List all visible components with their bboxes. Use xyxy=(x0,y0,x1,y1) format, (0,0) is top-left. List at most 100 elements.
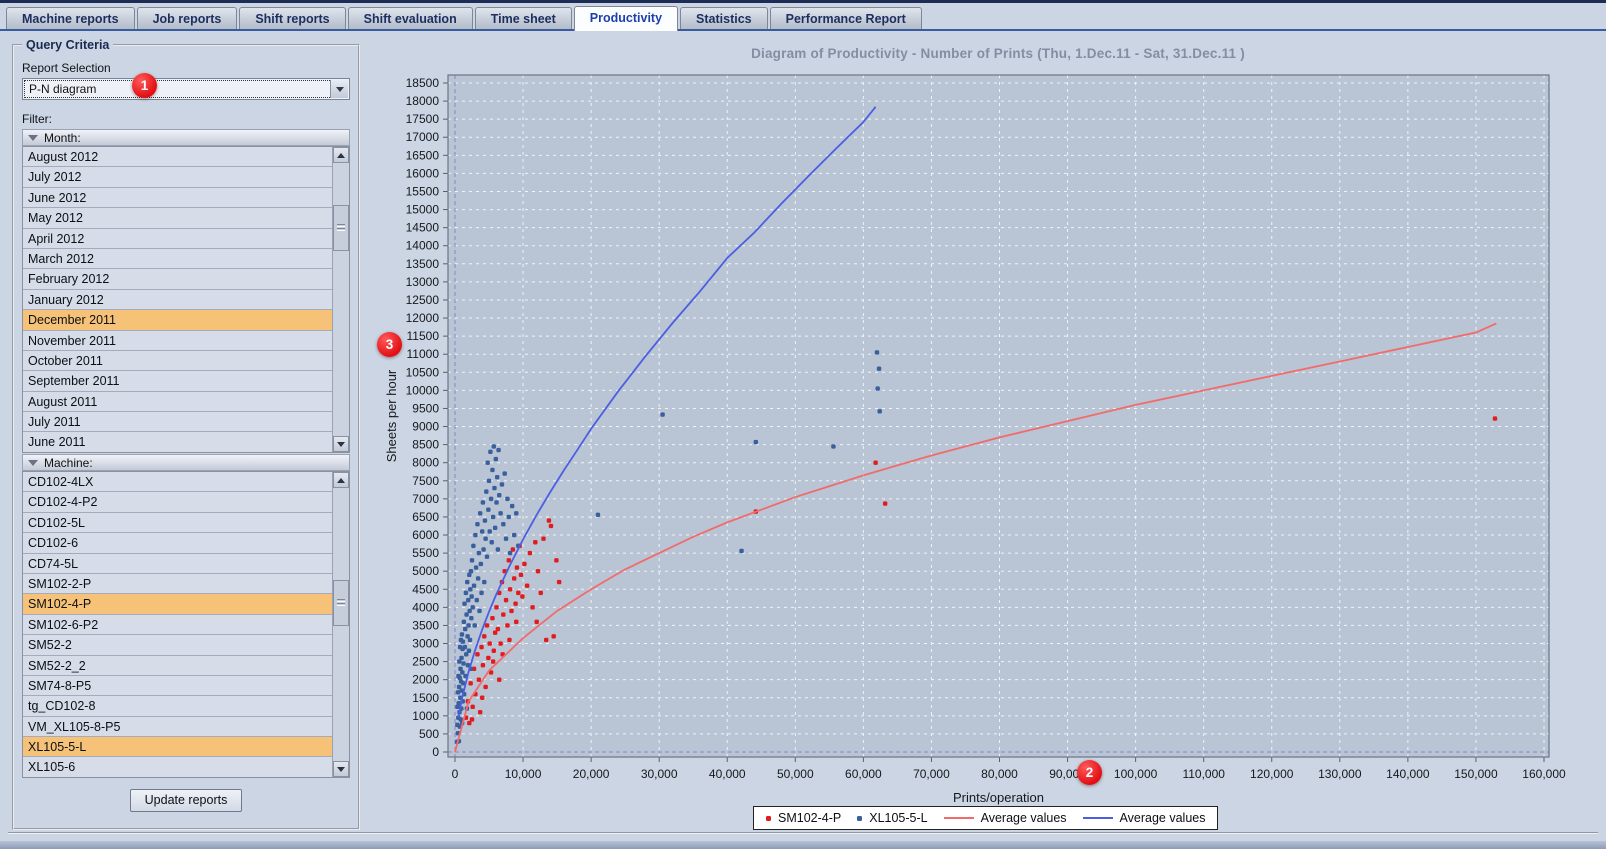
y-axis-label: Sheets per hour xyxy=(384,369,399,462)
tab-shift-reports[interactable]: Shift reports xyxy=(239,7,346,29)
list-item[interactable]: August 2011 xyxy=(23,391,332,413)
svg-text:10500: 10500 xyxy=(406,365,440,379)
tab-job-reports[interactable]: Job reports xyxy=(136,7,238,29)
annotation-badge-2: 2 xyxy=(1077,760,1102,785)
scroll-up-button[interactable] xyxy=(333,147,349,163)
month-list-scrollbar[interactable] xyxy=(332,147,349,452)
list-item[interactable]: April 2012 xyxy=(23,228,332,249)
svg-text:5000: 5000 xyxy=(412,564,439,578)
list-item[interactable]: CD102-4-P2 xyxy=(23,492,332,513)
svg-text:14500: 14500 xyxy=(406,221,440,235)
scroll-down-button[interactable] xyxy=(333,761,349,777)
tab-time-sheet[interactable]: Time sheet xyxy=(474,7,572,29)
month-filter-header[interactable]: Month: xyxy=(22,129,350,146)
tab-machine-reports[interactable]: Machine reports xyxy=(6,7,135,29)
list-item[interactable]: June 2012 xyxy=(23,187,332,209)
list-item[interactable]: CD74-5L xyxy=(23,553,332,574)
tab-shift-evaluation[interactable]: Shift evaluation xyxy=(347,7,473,29)
list-item[interactable]: SM102-6-P2 xyxy=(23,614,332,636)
svg-text:40,000: 40,000 xyxy=(709,767,746,781)
list-item[interactable]: October 2011 xyxy=(23,350,332,372)
update-reports-button[interactable]: Update reports xyxy=(129,789,243,812)
list-item[interactable]: July 2012 xyxy=(23,167,332,188)
list-item[interactable]: XL105-6 xyxy=(23,757,332,777)
legend-line-swatch xyxy=(1082,817,1113,819)
svg-text:17500: 17500 xyxy=(406,112,440,126)
tab-performance-report[interactable]: Performance Report xyxy=(769,7,922,29)
machine-filter-header[interactable]: Machine: xyxy=(22,454,350,471)
svg-text:150,000: 150,000 xyxy=(1454,767,1498,781)
svg-text:100,000: 100,000 xyxy=(1114,767,1158,781)
list-item[interactable]: SM52-2 xyxy=(23,635,332,656)
svg-text:20,000: 20,000 xyxy=(573,767,610,781)
list-item[interactable]: VM_XL105-8-P5 xyxy=(23,716,332,738)
machine-list: CD102-4LX CD102-4-P2 CD102-5L CD102-6 CD74-5… xyxy=(22,471,350,778)
legend-label: SM102-4-P xyxy=(778,811,842,825)
list-item[interactable]: December 2011 xyxy=(23,310,332,331)
triangle-down-icon xyxy=(337,766,345,772)
list-item[interactable]: February 2012 xyxy=(23,269,332,290)
list-item[interactable]: SM52-2_2 xyxy=(23,655,332,676)
query-criteria-panel: Query Criteria Report Selection P-N diag… xyxy=(12,38,360,830)
triangle-up-icon xyxy=(337,477,345,483)
report-selection-value: P-N diagram xyxy=(29,82,97,96)
query-criteria-title: Query Criteria xyxy=(26,38,110,52)
tab-productivity[interactable]: Productivity xyxy=(573,6,679,31)
tab-bar: Machine reports Job reports Shift report… xyxy=(0,3,1606,31)
list-item[interactable]: November 2011 xyxy=(23,330,332,351)
svg-text:16000: 16000 xyxy=(406,166,440,180)
list-item[interactable]: XL105-5-L xyxy=(23,737,332,758)
x-axis-label: Prints/operation xyxy=(953,790,1044,805)
list-item[interactable]: June 2011 xyxy=(23,432,332,452)
scrollbar-thumb[interactable] xyxy=(333,580,349,626)
combobox-dropdown-button[interactable] xyxy=(330,80,348,98)
svg-text:110,000: 110,000 xyxy=(1182,767,1225,781)
legend-item: Average values xyxy=(1082,811,1206,825)
svg-text:16500: 16500 xyxy=(406,148,440,162)
svg-text:11500: 11500 xyxy=(407,329,440,343)
svg-text:0: 0 xyxy=(452,767,459,781)
list-item[interactable]: CD102-5L xyxy=(23,512,332,534)
collapse-triangle-icon xyxy=(28,459,38,466)
svg-text:2000: 2000 xyxy=(412,673,439,687)
report-selection-combobox[interactable]: P-N diagram xyxy=(22,78,350,100)
scroll-up-button[interactable] xyxy=(333,472,349,488)
svg-text:5500: 5500 xyxy=(412,546,439,560)
list-item[interactable]: tg_CD102-8 xyxy=(23,696,332,717)
list-item[interactable]: January 2012 xyxy=(23,289,332,311)
legend-item: XL105-5-L xyxy=(857,811,928,825)
legend-dot-swatch xyxy=(857,815,863,821)
svg-text:30,000: 30,000 xyxy=(641,767,678,781)
list-item[interactable]: September 2011 xyxy=(23,371,332,392)
list-item[interactable]: August 2012 xyxy=(23,147,332,168)
scroll-down-button[interactable] xyxy=(333,436,349,452)
svg-text:6500: 6500 xyxy=(412,510,439,524)
list-item[interactable]: May 2012 xyxy=(23,208,332,229)
list-item[interactable]: March 2012 xyxy=(23,248,332,270)
svg-text:17000: 17000 xyxy=(406,130,440,144)
list-item[interactable]: CD102-6 xyxy=(23,533,332,554)
list-item[interactable]: July 2011 xyxy=(23,412,332,433)
svg-text:80,000: 80,000 xyxy=(981,767,1018,781)
annotation-badge-3: 3 xyxy=(377,332,402,357)
tab-statistics[interactable]: Statistics xyxy=(680,7,768,29)
month-header-label: Month: xyxy=(44,130,81,145)
svg-text:2500: 2500 xyxy=(412,655,439,669)
svg-text:1000: 1000 xyxy=(412,709,439,723)
svg-text:9000: 9000 xyxy=(412,420,439,434)
list-item[interactable]: SM102-2-P xyxy=(23,573,332,595)
svg-text:9500: 9500 xyxy=(412,401,439,415)
svg-text:500: 500 xyxy=(419,727,439,741)
scrollbar-thumb[interactable] xyxy=(333,205,349,251)
month-list: August 2012 July 2012 June 2012 May 2012 Apr… xyxy=(22,146,350,453)
list-item[interactable]: CD102-4LX xyxy=(23,472,332,493)
list-item[interactable]: SM102-4-P xyxy=(23,594,332,615)
svg-text:70,000: 70,000 xyxy=(913,767,950,781)
machine-header-label: Machine: xyxy=(44,455,93,470)
legend-label: Average values xyxy=(1119,811,1206,825)
machine-list-scrollbar[interactable] xyxy=(332,472,349,777)
svg-text:18500: 18500 xyxy=(406,76,440,90)
list-item[interactable]: SM74-8-P5 xyxy=(23,675,332,697)
legend-item: Average values xyxy=(943,811,1067,825)
svg-text:14000: 14000 xyxy=(406,239,440,253)
